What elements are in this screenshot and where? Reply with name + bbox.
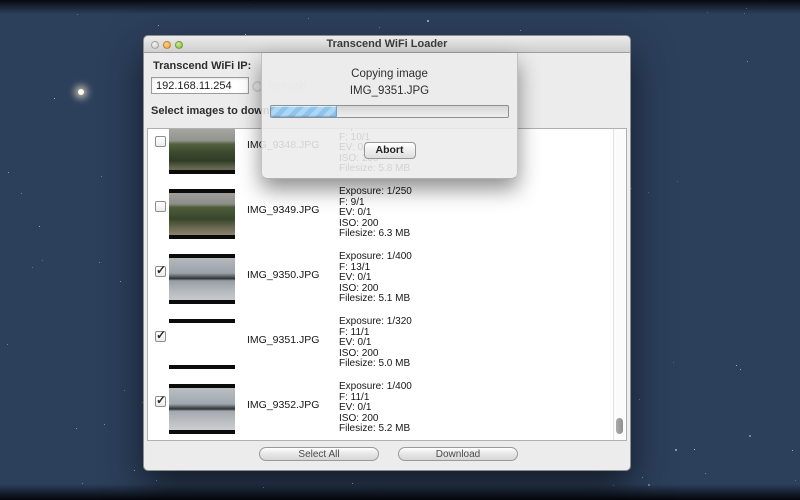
image-metadata: Exposure: 1/320 F: 11/1 EV: 0/1 ISO: 200… [339,317,412,370]
image-checkbox[interactable]: ✓ [155,396,166,407]
meta-filesize: Filesize: 5.1 MB [339,294,412,305]
minimize-button[interactable] [163,41,171,49]
image-checkbox[interactable]: ✓ [155,331,166,342]
list-item[interactable]: ✓ IMG_9352.JPG Exposure: 1/400 F: 11/1 E… [148,377,626,441]
app-window: Transcend WiFi Loader Transcend WiFi IP:… [143,35,631,471]
window-title: Transcend WiFi Loader [144,36,630,53]
image-thumbnail [169,254,235,304]
image-thumbnail [169,384,235,434]
meta-exposure: Exposure: 1/400 [339,382,412,393]
image-metadata: Exposure: 1/400 F: 11/1 EV: 0/1 ISO: 200… [339,382,412,435]
list-item[interactable]: ✓ IMG_9351.JPG Exposure: 1/320 F: 11/1 E… [148,312,626,377]
wallpaper-shade-bottom [0,484,800,500]
ip-input[interactable] [151,77,249,94]
dialog-title: Copying image [262,68,517,80]
ip-label: Transcend WiFi IP: [153,60,251,72]
scrollbar-thumb[interactable] [616,418,623,434]
image-metadata: Exposure: 1/250 F: 9/1 EV: 0/1 ISO: 200 … [339,187,412,240]
image-checkbox[interactable]: ✓ [155,136,166,147]
meta-filesize: Filesize: 5.2 MB [339,424,412,435]
image-thumbnail [169,128,235,174]
check-icon: ✓ [156,393,166,407]
image-checkbox[interactable]: ✓ [155,266,166,277]
image-thumbnail [169,319,235,369]
close-button[interactable] [151,41,159,49]
meta-filesize: Filesize: 6.3 MB [339,229,412,240]
dialog-filename: IMG_9351.JPG [262,85,517,97]
check-icon: ✓ [156,328,166,342]
abort-button[interactable]: Abort [364,142,416,159]
image-filename: IMG_9351.JPG [247,334,319,346]
download-button[interactable]: Download [398,447,518,461]
list-item[interactable]: ✓ IMG_9349.JPG Exposure: 1/250 F: 9/1 EV… [148,182,626,247]
progress-fill [271,106,337,117]
title-bar[interactable]: Transcend WiFi Loader [144,36,630,53]
select-all-button[interactable]: Select All [259,447,379,461]
image-checkbox[interactable]: ✓ [155,201,166,212]
wallpaper-shade-top [0,0,800,14]
meta-exposure: Exposure: 1/250 [339,187,412,198]
meta-filesize: Filesize: 5.0 MB [339,359,412,370]
image-metadata: Exposure: 1/400 F: 13/1 EV: 0/1 ISO: 200… [339,252,412,305]
image-filename: IMG_9350.JPG [247,269,319,281]
traffic-lights [151,41,183,49]
image-thumbnail [169,189,235,239]
image-filename: IMG_9352.JPG [247,399,319,411]
check-icon: ✓ [156,263,166,277]
image-filename: IMG_9349.JPG [247,204,319,216]
scrollbar-track[interactable] [613,129,626,440]
meta-exposure: Exposure: 1/320 [339,317,412,328]
copying-dialog: Copying image IMG_9351.JPG Abort [261,53,518,179]
meta-exposure: Exposure: 1/400 [339,252,412,263]
zoom-button[interactable] [175,41,183,49]
progress-bar [270,105,509,118]
list-item[interactable]: ✓ IMG_9350.JPG Exposure: 1/400 F: 13/1 E… [148,247,626,312]
